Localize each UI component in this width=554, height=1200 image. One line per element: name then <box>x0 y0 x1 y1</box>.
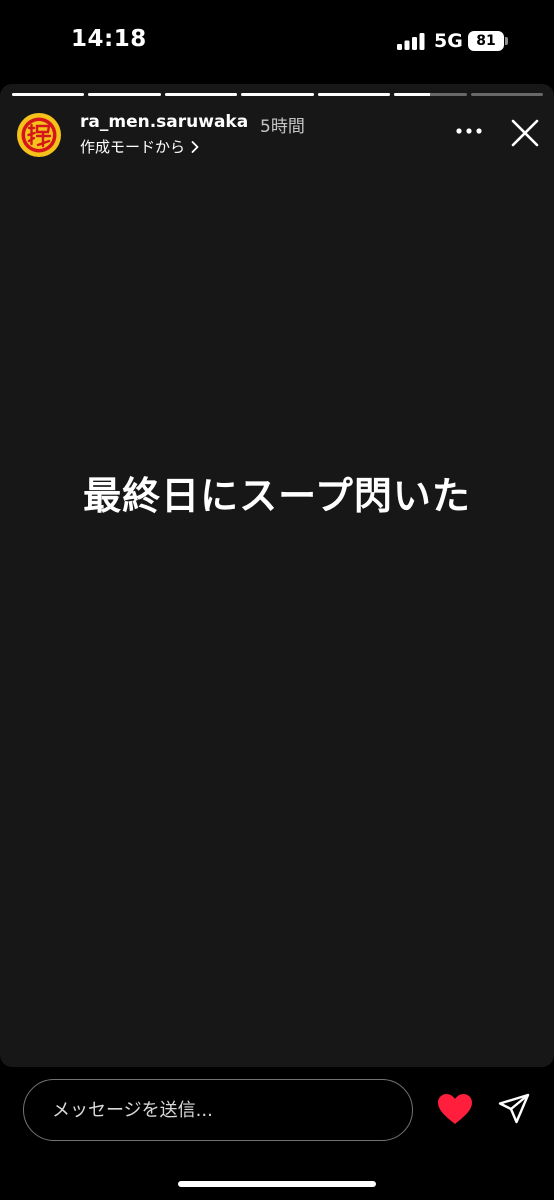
chevron-right-icon <box>191 140 199 153</box>
story-progress-segment <box>394 93 467 96</box>
story-progress-segment <box>241 93 314 96</box>
story-progress-fill <box>12 93 85 96</box>
signal-icon <box>397 33 425 50</box>
home-indicator[interactable] <box>178 1181 376 1187</box>
username[interactable]: ra_men.saruwaka <box>80 112 248 132</box>
send-icon[interactable] <box>497 1092 531 1126</box>
network-label: 5G <box>434 30 463 52</box>
story-card[interactable]: ra_men.saruwaka 5時間 作成モードから 最終日にスープ閃いた <box>0 84 554 1067</box>
status-bar: 14:18 5G 81 <box>0 0 554 84</box>
story-progress-segment <box>88 93 161 96</box>
story-progress-fill <box>164 93 238 96</box>
story-progress-fill <box>394 93 431 96</box>
create-mode-link[interactable]: 作成モードから <box>80 136 199 157</box>
avatar-logo[interactable] <box>17 113 61 157</box>
story-progress-segment <box>317 93 391 96</box>
story-progress-segment <box>470 93 543 96</box>
more-icon[interactable] <box>455 126 483 136</box>
battery-icon: 81 <box>468 31 508 51</box>
story-text: 最終日にスープ閃いた <box>83 474 471 518</box>
screen: 14:18 5G 81 ra_men.saruwaka 5時間 作成モードから … <box>0 0 554 1200</box>
story-progress-segment <box>164 93 238 96</box>
heart-icon[interactable] <box>437 1093 473 1126</box>
battery-tip <box>505 37 508 45</box>
create-mode-label: 作成モードから <box>80 138 186 156</box>
story-timestamp: 5時間 <box>260 117 305 137</box>
story-progress-segment <box>12 93 85 96</box>
story-header: ra_men.saruwaka 5時間 作成モードから <box>0 108 554 158</box>
story-progress-fill <box>88 93 161 96</box>
close-icon[interactable] <box>510 118 540 148</box>
story-progress-fill <box>317 93 391 96</box>
battery-level: 81 <box>476 33 496 49</box>
message-input[interactable] <box>23 1079 413 1141</box>
status-time: 14:18 <box>71 26 147 52</box>
story-progress-fill <box>241 93 314 96</box>
story-progress-bars <box>12 93 543 97</box>
